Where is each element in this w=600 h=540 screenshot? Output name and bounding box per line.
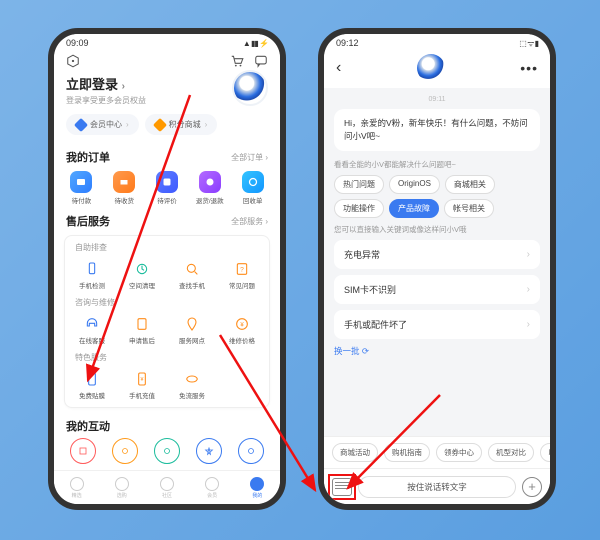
tab-member[interactable]: 会员 — [205, 477, 219, 499]
chip-row: 热门问题 OriginOS 商城相关 功能操作 产品故障 帐号相关 — [334, 175, 540, 218]
chip-originos[interactable]: OriginOS — [389, 175, 440, 194]
order-recycle[interactable]: 回收单 — [231, 171, 274, 205]
status-icons: ⬚ ᯤ ▮ — [519, 38, 538, 49]
q-charge[interactable]: 充电异常› — [334, 240, 540, 269]
refresh-icon: ⟳ — [362, 346, 369, 356]
login-title: 立即登录 — [66, 77, 118, 92]
int-4[interactable] — [196, 438, 222, 464]
voice-input[interactable]: 按住说话转文字 — [358, 476, 516, 498]
bchip-activity[interactable]: 商城活动 — [332, 443, 378, 462]
bchip-compare[interactable]: 机型对比 — [488, 443, 534, 462]
refresh-batch[interactable]: 换一批 ⟳ — [334, 345, 540, 357]
bchip-coupon[interactable]: 领券中心 — [436, 443, 482, 462]
tabbar: 精选 选购 社区 会员 我的 — [54, 470, 280, 504]
int-5[interactable] — [238, 438, 264, 464]
interact-row — [54, 436, 280, 466]
chip-fault[interactable]: 产品故障 — [389, 199, 439, 218]
interact-header: 我的互动 — [54, 412, 280, 436]
status-time: 09:12 — [336, 38, 359, 48]
int-3[interactable] — [154, 438, 180, 464]
input-bar: 按住说话转文字 + — [324, 468, 550, 504]
status-time: 09:09 — [66, 38, 89, 48]
int-1[interactable] — [70, 438, 96, 464]
tab-mine[interactable]: 我的 — [250, 477, 264, 499]
q-sim[interactable]: SIM卡不识别› — [334, 275, 540, 304]
login-section[interactable]: 立即登录 › 登录享受更多会员权益 — [54, 74, 280, 114]
cart-icon[interactable] — [230, 54, 244, 68]
order-refund[interactable]: 退货/退款 — [188, 171, 231, 205]
bot-avatar[interactable] — [417, 54, 445, 82]
bchip-more[interactable]: 以 — [540, 443, 550, 462]
plus-icon[interactable]: + — [522, 477, 542, 497]
highlight-keyboard — [328, 474, 356, 500]
svg-text:¥: ¥ — [240, 323, 244, 329]
pill-member[interactable]: 会员中心› — [66, 114, 139, 135]
svc-space-clean[interactable]: 空间清理 — [117, 257, 167, 293]
phone-right: 09:12 ⬚ ᯤ ▮ ‹ ••• 09:11 Hi，亲爱的V粉，新年快乐！有什… — [318, 28, 556, 510]
chip-hot[interactable]: 热门问题 — [334, 175, 384, 194]
greeting-bubble: Hi，亲爱的V粉，新年快乐！有什么问题，不妨问问小V吧~ — [334, 109, 540, 151]
status-bar: 09:12 ⬚ ᯤ ▮ — [324, 34, 550, 52]
svc-free-film[interactable]: 免费贴膜 — [67, 367, 117, 403]
chevron-right-icon: › — [527, 249, 530, 260]
orders-header: 我的订单 全部订单 › — [54, 143, 280, 167]
svc-service-points[interactable]: 服务网点 — [167, 312, 217, 348]
tab-community[interactable]: 社区 — [160, 477, 174, 499]
service-card: 自助排查 手机检测 空间清理 查找手机 ?常见问题 咨询与维修 在线客服 申请售… — [64, 235, 270, 408]
chip-mall[interactable]: 商城相关 — [445, 175, 495, 194]
svc-apply-service[interactable]: 申请售后 — [117, 312, 167, 348]
chat-icon[interactable] — [254, 54, 268, 68]
order-pending-pay[interactable]: 待付款 — [60, 171, 103, 205]
chips-heading: 看看全能的小V都能解决什么问题吧~ — [334, 159, 540, 170]
chevron-right-icon: › — [527, 284, 530, 295]
bottom-chips: 商城活动 购机指南 领券中心 机型对比 以 — [324, 436, 550, 468]
chip-function[interactable]: 功能操作 — [334, 199, 384, 218]
svg-text:¥: ¥ — [141, 377, 144, 383]
qlist-heading: 您可以直接输入关键词或像这样问小V哦 — [334, 224, 540, 235]
svc-repair-price[interactable]: ¥维修价格 — [217, 312, 267, 348]
int-2[interactable] — [112, 438, 138, 464]
service-all[interactable]: 全部服务 › — [231, 216, 268, 227]
svc-faq[interactable]: ?常见问题 — [217, 257, 267, 293]
status-icons: ▲ ▮▮ ⚡ — [243, 39, 268, 48]
back-icon[interactable]: ‹ — [336, 59, 341, 77]
svc-phone-check[interactable]: 手机检测 — [67, 257, 117, 293]
order-pending-review[interactable]: 待评价 — [146, 171, 189, 205]
chat-header: ‹ ••• — [324, 52, 550, 88]
status-bar: 09:09 ▲ ▮▮ ⚡ — [54, 34, 280, 52]
more-icon[interactable]: ••• — [520, 60, 538, 76]
service-header: 售后服务 全部服务 › — [54, 207, 280, 231]
chevron-right-icon: › — [527, 319, 530, 330]
orders-all[interactable]: 全部订单 › — [231, 152, 268, 163]
diamond-icon — [153, 117, 167, 131]
svc-find-phone[interactable]: 查找手机 — [167, 257, 217, 293]
q-broken[interactable]: 手机或配件坏了› — [334, 310, 540, 339]
order-row: 待付款 待收货 待评价 退货/退款 回收单 — [54, 167, 280, 207]
svg-text:?: ? — [240, 267, 244, 274]
svc-recharge[interactable]: ¥手机充值 — [117, 367, 167, 403]
chat-body: 09:11 Hi，亲爱的V粉，新年快乐！有什么问题，不妨问问小V吧~ 看看全能的… — [324, 88, 550, 466]
pill-points[interactable]: 积分商城› — [145, 114, 218, 135]
chip-account[interactable]: 帐号相关 — [444, 199, 494, 218]
settings-hex-icon[interactable] — [66, 54, 80, 68]
svc-free-flow[interactable]: 免流服务 — [167, 367, 217, 403]
chat-timestamp: 09:11 — [334, 96, 540, 103]
diamond-icon — [74, 117, 88, 131]
avatar[interactable] — [232, 70, 268, 106]
tab-shop[interactable]: 选购 — [115, 477, 129, 499]
svc-online-support[interactable]: 在线客服 — [67, 312, 117, 348]
phone-left: 09:09 ▲ ▮▮ ⚡ 立即登录 › 登录享受更多会员权益 会员中心› 积分商… — [48, 28, 286, 510]
order-pending-receive[interactable]: 待收货 — [103, 171, 146, 205]
tab-featured[interactable]: 精选 — [70, 477, 84, 499]
bchip-guide[interactable]: 购机指南 — [384, 443, 430, 462]
